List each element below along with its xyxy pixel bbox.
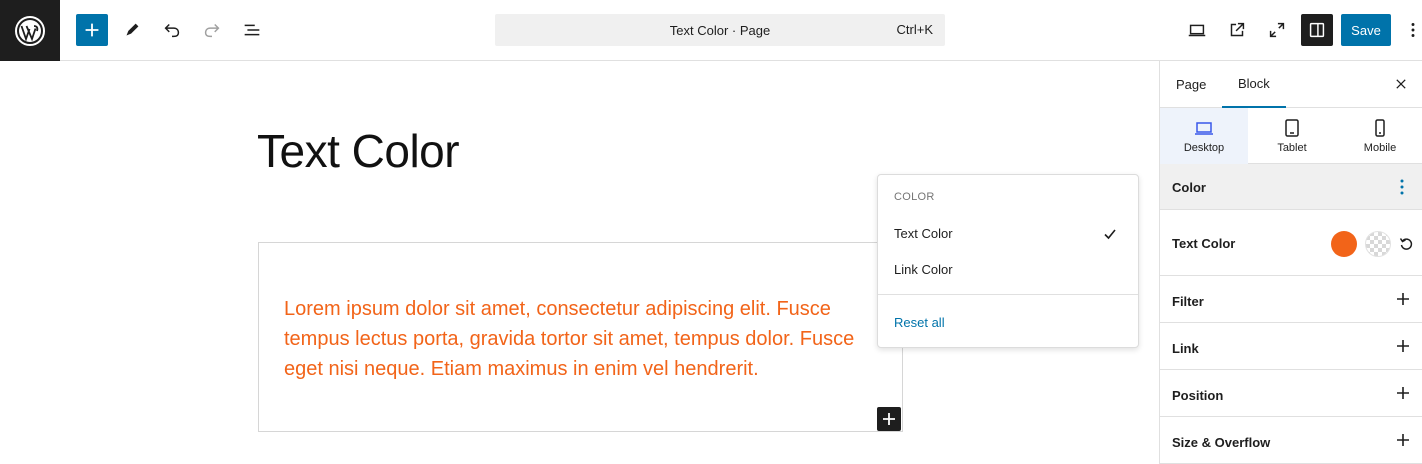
- tab-block[interactable]: Block: [1222, 61, 1286, 108]
- plus-icon: [1397, 340, 1409, 352]
- plus-icon: [883, 413, 895, 425]
- color-panel-title: Color: [1172, 180, 1206, 195]
- pencil-icon: [126, 23, 139, 36]
- vertical-ellipsis-icon: [1411, 23, 1415, 37]
- filter-section[interactable]: Filter: [1160, 276, 1422, 323]
- device-mobile[interactable]: Mobile: [1336, 108, 1422, 164]
- paragraph-block[interactable]: Lorem ipsum dolor sit amet, consectetur …: [258, 242, 903, 432]
- options-button[interactable]: [1404, 14, 1422, 46]
- color-panel-header[interactable]: Color: [1160, 164, 1422, 210]
- plus-icon: [1397, 434, 1409, 446]
- command-palette-bar[interactable]: Text Color · Page Ctrl+K: [495, 14, 945, 46]
- keyboard-shortcut: Ctrl+K: [896, 22, 933, 37]
- fullscreen-button[interactable]: [1261, 14, 1293, 46]
- device-tablet[interactable]: Tablet: [1248, 108, 1336, 164]
- page-title[interactable]: Text Color: [257, 124, 460, 178]
- redo-icon: [204, 23, 220, 38]
- menu-item-text-color[interactable]: Text Color: [894, 226, 953, 241]
- external-link-icon: [1230, 22, 1245, 37]
- settings-sidebar: Page Block Desktop Tablet Mobile Color T…: [1159, 61, 1422, 464]
- paragraph-text[interactable]: Lorem ipsum dolor sit amet, consectetur …: [284, 294, 884, 384]
- size-overflow-section[interactable]: Size & Overflow: [1160, 417, 1422, 464]
- section-label: Link: [1172, 341, 1199, 356]
- sidebar-tabs: Page Block: [1160, 61, 1422, 108]
- popover-divider: [878, 294, 1138, 295]
- undo-icon: [164, 23, 180, 38]
- redo-button[interactable]: [196, 14, 228, 46]
- list-view-icon: [244, 24, 260, 36]
- settings-sidebar-toggle[interactable]: [1301, 14, 1333, 46]
- mobile-icon: [1375, 119, 1385, 137]
- tablet-icon: [1285, 119, 1299, 137]
- block-appender-button[interactable]: [877, 407, 901, 431]
- plus-icon: [85, 23, 99, 37]
- save-button[interactable]: Save: [1341, 14, 1391, 46]
- device-label: Desktop: [1183, 142, 1225, 154]
- edit-tool-button[interactable]: [116, 14, 148, 46]
- view-page-button[interactable]: [1221, 14, 1253, 46]
- wordpress-logo-icon[interactable]: [0, 0, 60, 61]
- text-color-swatch[interactable]: [1331, 231, 1357, 257]
- desktop-icon: [1195, 122, 1213, 135]
- menu-item-link-color[interactable]: Link Color: [894, 262, 953, 277]
- sidebar-icon: [1309, 22, 1325, 38]
- laptop-icon: [1188, 24, 1206, 37]
- plus-icon: [1397, 387, 1409, 399]
- tab-page[interactable]: Page: [1176, 61, 1206, 108]
- position-section[interactable]: Position: [1160, 370, 1422, 417]
- device-label: Tablet: [1277, 142, 1307, 154]
- section-label: Filter: [1172, 294, 1204, 309]
- expand-icon: [1269, 22, 1285, 38]
- link-section[interactable]: Link: [1160, 323, 1422, 370]
- checkmark-icon: [1104, 229, 1116, 240]
- editor-topbar: Text Color · Page Ctrl+K Save: [0, 0, 1422, 61]
- reset-all-button[interactable]: Reset all: [894, 315, 945, 330]
- text-color-row: Text Color: [1160, 210, 1422, 276]
- close-sidebar-button[interactable]: [1391, 74, 1411, 94]
- text-color-label: Text Color: [1172, 236, 1236, 251]
- command-title: Text Color · Page: [669, 22, 771, 38]
- reset-icon[interactable]: [1398, 236, 1414, 252]
- close-icon: [1396, 79, 1406, 89]
- plus-icon: [1397, 293, 1409, 305]
- popover-heading: COLOR: [894, 191, 935, 203]
- document-overview-button[interactable]: [236, 14, 268, 46]
- preview-device-button[interactable]: [1181, 14, 1213, 46]
- device-switcher: Desktop Tablet Mobile: [1160, 108, 1422, 164]
- add-block-button[interactable]: [76, 14, 108, 46]
- device-desktop[interactable]: Desktop: [1160, 108, 1248, 164]
- transparent-color-swatch[interactable]: [1365, 231, 1391, 257]
- device-label: Mobile: [1363, 142, 1397, 154]
- vertical-ellipsis-icon[interactable]: [1399, 178, 1405, 196]
- color-options-popover: COLOR Text Color Link Color Reset all: [877, 174, 1139, 348]
- section-label: Position: [1172, 388, 1224, 403]
- undo-button[interactable]: [156, 14, 188, 46]
- section-label: Size & Overflow: [1172, 435, 1271, 450]
